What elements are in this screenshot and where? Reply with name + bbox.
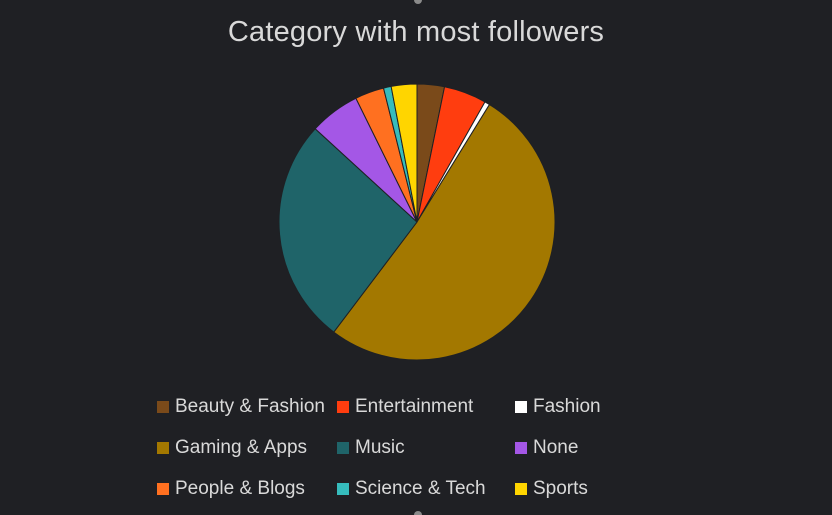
- legend-label: Entertainment: [355, 396, 474, 417]
- legend-swatch: [337, 401, 349, 413]
- legend-item[interactable]: Gaming & Apps: [157, 435, 337, 461]
- legend-label: Music: [355, 437, 405, 458]
- legend-label: Beauty & Fashion: [175, 396, 325, 417]
- legend-label: People & Blogs: [175, 478, 305, 499]
- legend-swatch: [157, 483, 169, 495]
- legend-item[interactable]: Fashion: [515, 394, 655, 420]
- legend-item[interactable]: Sports: [515, 476, 655, 502]
- legend-label: Science & Tech: [355, 478, 486, 499]
- legend-item[interactable]: None: [515, 435, 655, 461]
- legend-label: Gaming & Apps: [175, 437, 308, 458]
- legend-item[interactable]: People & Blogs: [157, 476, 337, 502]
- legend-swatch: [157, 401, 169, 413]
- legend-swatch: [337, 442, 349, 454]
- legend-label: Sports: [533, 478, 588, 499]
- legend-item[interactable]: Entertainment: [337, 394, 515, 420]
- legend-swatch: [157, 442, 169, 454]
- legend-item[interactable]: Music: [337, 435, 515, 461]
- legend-swatch: [515, 401, 527, 413]
- legend-swatch: [337, 483, 349, 495]
- legend-swatch: [515, 483, 527, 495]
- legend-swatch: [515, 442, 527, 454]
- chart-area: Category with most followers Beauty & Fa…: [0, 0, 832, 515]
- legend-label: None: [533, 437, 579, 458]
- legend-item[interactable]: Beauty & Fashion: [157, 394, 337, 420]
- legend-label: Fashion: [533, 396, 601, 417]
- chart-legend: Beauty & Fashion Entertainment Fashion Gami…: [157, 394, 677, 502]
- legend-item[interactable]: Science & Tech: [337, 476, 515, 502]
- resize-handle-bottom[interactable]: [414, 511, 422, 515]
